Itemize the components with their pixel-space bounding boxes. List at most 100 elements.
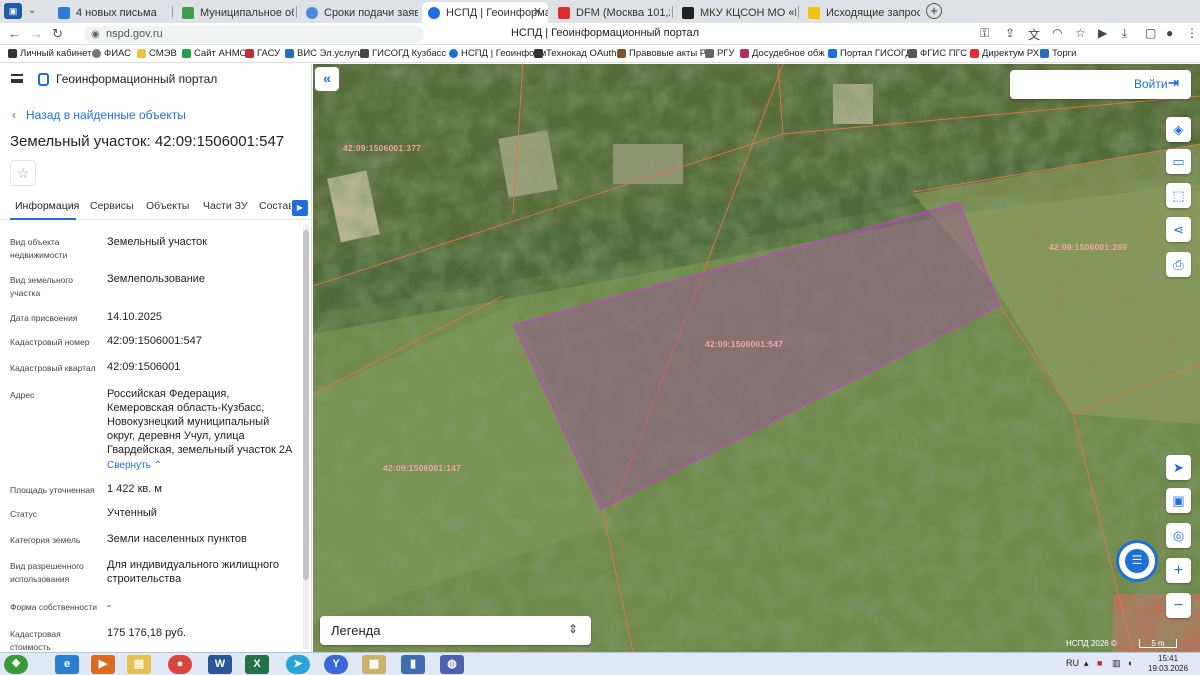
network-app-icon[interactable]: ◍ bbox=[440, 655, 464, 674]
tray-chevron-icon[interactable]: ▴ bbox=[1084, 658, 1089, 669]
scrollbar-thumb[interactable] bbox=[303, 230, 309, 580]
tab-radio[interactable]: DFM (Москва 101,2 bbox=[552, 2, 670, 23]
legend-dropdown[interactable]: Легенда ⇕ bbox=[320, 616, 591, 645]
telegram-icon[interactable]: ➤ bbox=[286, 655, 310, 674]
url-field[interactable]: ◉ nspd.gov.ru bbox=[84, 26, 424, 43]
volume-icon[interactable]: ◖ bbox=[1127, 658, 1132, 668]
tab-objects[interactable]: Объекты bbox=[146, 200, 189, 212]
select-area-icon[interactable]: ⬚ bbox=[1166, 183, 1191, 208]
tab-search-icon[interactable]: ⌄ bbox=[28, 5, 36, 16]
zoom-out-button[interactable]: − bbox=[1166, 593, 1191, 618]
bookmark-favicon bbox=[705, 49, 714, 58]
youtube-icon bbox=[558, 6, 570, 19]
sheets-icon bbox=[808, 6, 820, 19]
bookmark-item[interactable]: Директум РХ bbox=[970, 48, 1039, 59]
chrome-icon[interactable]: ● bbox=[168, 655, 192, 674]
field-value: Землепользование bbox=[107, 273, 206, 285]
bookmarks-bar: Личный кабинет ФИАС СМЭВ Сайт АНМО ГАСУ … bbox=[0, 46, 1200, 63]
bookmark-item[interactable]: ФИАС bbox=[92, 48, 131, 59]
forward-arrow-icon[interactable]: → bbox=[30, 26, 43, 41]
panel-scrollbar[interactable] bbox=[303, 224, 309, 649]
yandex-browser-icon[interactable]: Y bbox=[324, 655, 348, 674]
tabs-scroll-right-button[interactable]: ▶ bbox=[292, 200, 308, 216]
ie-icon[interactable]: e bbox=[55, 655, 79, 674]
extensions-icon[interactable]: ▢ bbox=[1145, 26, 1156, 40]
word-icon[interactable]: W bbox=[208, 655, 232, 674]
system-clock[interactable]: 15:41 19.03.2026 bbox=[1148, 654, 1188, 674]
bookmark-item[interactable]: ФГИС ПГС bbox=[908, 48, 967, 59]
layers-icon[interactable]: ◈ bbox=[1166, 117, 1191, 142]
geolocation-icon[interactable]: ➤ bbox=[1166, 455, 1191, 480]
download-icon[interactable]: ⤓ bbox=[1122, 26, 1127, 41]
map-view[interactable]: 42:09:1506001:377 42:09:1506001:269 42:0… bbox=[313, 64, 1200, 652]
bookmark-item[interactable]: Технокад OAuth bbox=[534, 48, 616, 59]
tray-app-icon[interactable]: ■ bbox=[1097, 658, 1102, 668]
profile-avatar-icon[interactable]: ● bbox=[1166, 26, 1173, 40]
bookmark-star-icon[interactable]: ☆ bbox=[1075, 26, 1086, 40]
login-label: Войти bbox=[1134, 77, 1168, 91]
site-info-icon[interactable]: ◉ bbox=[91, 26, 100, 43]
key-icon[interactable]: ⚿ bbox=[980, 26, 989, 41]
tab-composition[interactable]: Состав bbox=[259, 200, 291, 212]
location-pin-icon[interactable]: ◎ bbox=[1166, 523, 1191, 548]
bookmark-item[interactable]: Портал ГИСОГД bbox=[828, 48, 912, 59]
tab-nspd[interactable]: НСПД | Геоинформацио ✕ bbox=[422, 2, 548, 23]
share-map-icon[interactable]: ⋖ bbox=[1166, 217, 1191, 242]
bookmark-item[interactable]: ВИС Эл.услуги bbox=[285, 48, 363, 59]
excel-icon[interactable]: X bbox=[245, 655, 269, 674]
bookmark-favicon bbox=[182, 49, 191, 58]
language-indicator[interactable]: RU bbox=[1066, 658, 1079, 668]
bookmark-item[interactable]: Сайт АНМО bbox=[182, 48, 247, 59]
field-label: Кадастровый номер bbox=[10, 337, 90, 347]
tab-kcson[interactable]: МКУ КЦСОН МО «Новок bbox=[676, 2, 796, 23]
explorer-icon[interactable]: ▤ bbox=[127, 655, 151, 674]
bookmark-item[interactable]: Правовые акты P bbox=[617, 48, 706, 59]
zoom-in-button[interactable]: + bbox=[1166, 558, 1191, 583]
media-player-icon[interactable]: ▶ bbox=[91, 655, 115, 674]
favorite-star-icon[interactable]: ☆ bbox=[10, 160, 36, 186]
translate-icon[interactable]: 文 bbox=[1028, 26, 1040, 43]
bookmark-item[interactable]: ГАСУ bbox=[245, 48, 280, 59]
tab-information[interactable]: Информация bbox=[15, 200, 79, 212]
tab-deadlines[interactable]: Сроки подачи заявления bbox=[300, 2, 418, 23]
app-icon[interactable]: ▮ bbox=[401, 655, 425, 674]
tab-mail[interactable]: 4 новых письма bbox=[52, 2, 170, 23]
hamburger-menu-icon[interactable] bbox=[11, 74, 23, 83]
bookmark-item[interactable]: Досудебное обж bbox=[740, 48, 825, 59]
start-button[interactable]: ❖ bbox=[4, 655, 28, 674]
new-tab-button[interactable]: + bbox=[926, 3, 942, 19]
bookmark-item[interactable]: СМЭВ bbox=[137, 48, 177, 59]
back-arrow-icon[interactable]: ← bbox=[8, 26, 21, 41]
field-value: 42:09:1506001 bbox=[107, 361, 181, 373]
tab-parts[interactable]: Части ЗУ bbox=[203, 200, 248, 212]
collapse-address-link[interactable]: Свернуть ⌃ bbox=[107, 460, 162, 471]
headphones-icon[interactable]: ◠ bbox=[1052, 26, 1062, 40]
tab-outgoing[interactable]: Исходящие запросы bbox=[802, 2, 920, 23]
media-play-icon[interactable]: ▶ bbox=[1098, 26, 1107, 40]
chat-support-button[interactable]: ☰ bbox=[1116, 540, 1158, 582]
bookmark-item[interactable]: НСПД | Геоинформ bbox=[449, 48, 546, 59]
folder-icon[interactable]: ▦ bbox=[362, 655, 386, 674]
close-tab-icon[interactable]: ✕ bbox=[533, 5, 542, 18]
tab-separator bbox=[172, 6, 173, 18]
basemap-icon[interactable]: ▣ bbox=[1166, 488, 1191, 513]
bookmark-item[interactable]: ГИСОГД Кузбасс bbox=[360, 48, 446, 59]
municipal-icon bbox=[182, 6, 194, 19]
bookmark-item[interactable]: РГУ bbox=[705, 48, 735, 59]
tab-services[interactable]: Сервисы bbox=[90, 200, 134, 212]
bookmark-item[interactable]: Личный кабинет bbox=[8, 48, 91, 59]
ruler-icon[interactable]: ▭ bbox=[1166, 149, 1191, 174]
share-icon[interactable]: ⇪ bbox=[1005, 26, 1015, 40]
login-button[interactable]: Войти ⇥ bbox=[1010, 70, 1191, 99]
collapse-panel-button[interactable]: « bbox=[315, 67, 339, 91]
print-icon[interactable]: ⎙ bbox=[1166, 252, 1191, 277]
back-to-results-link[interactable]: ‹ Назад в найденные объекты bbox=[12, 108, 196, 122]
chat-icon: ☰ bbox=[1125, 549, 1149, 573]
bookmark-item[interactable]: Торги bbox=[1040, 48, 1076, 59]
tab-municipal[interactable]: Муниципальное образов bbox=[176, 2, 294, 23]
network-icon[interactable]: ▥ bbox=[1112, 658, 1121, 669]
reload-icon[interactable]: ↻ bbox=[52, 26, 63, 42]
taskbar: ❖ e ▶ ▤ ● W X ➤ Y ▦ ▮ ◍ RU ▴ ■ ▥ ◖ 15:41… bbox=[0, 652, 1200, 675]
browser-menu-icon[interactable]: ⋮ bbox=[1186, 26, 1198, 40]
window-menu-icon[interactable]: ▣ bbox=[4, 3, 22, 19]
